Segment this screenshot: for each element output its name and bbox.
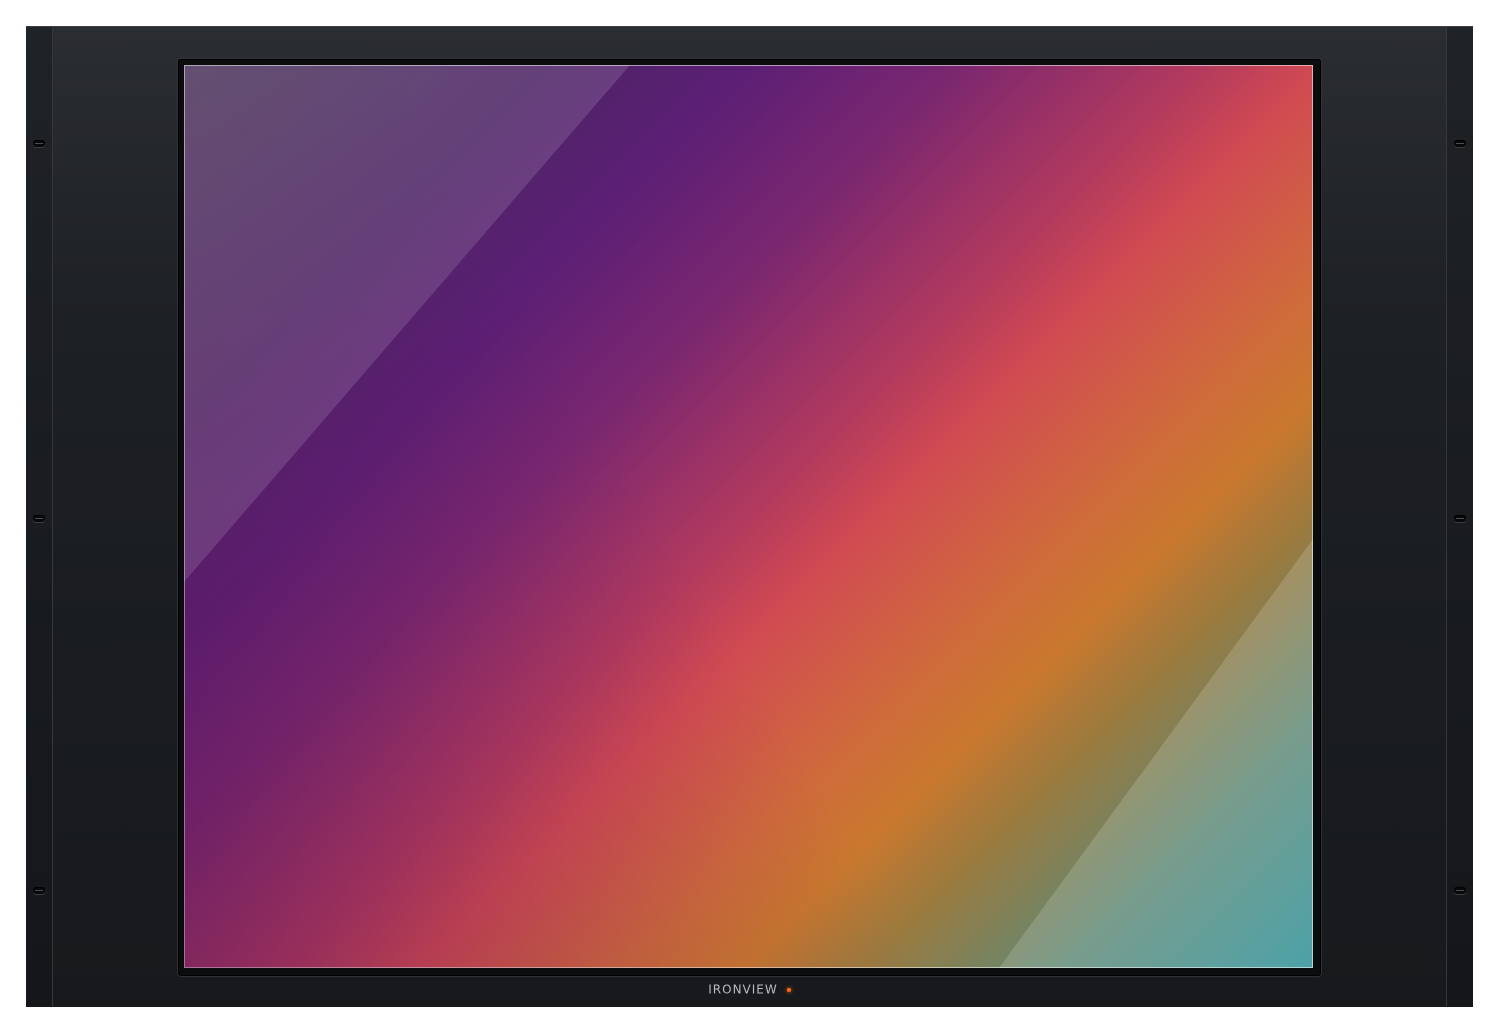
- rack-ear-right: [1446, 27, 1473, 1007]
- rack-slot-icon: [1454, 887, 1466, 894]
- rack-slot-icon: [33, 515, 45, 522]
- brand-label: IRONVIEW: [26, 982, 1473, 998]
- rack-slot-icon: [1454, 515, 1466, 522]
- monitor-bezel: [178, 59, 1321, 976]
- rack-slot-icon: [1454, 140, 1466, 147]
- display-screen[interactable]: [184, 65, 1313, 968]
- rack-monitor-unit: IRONVIEW: [26, 26, 1473, 1007]
- rack-ear-left: [26, 27, 53, 1007]
- power-led-icon: [786, 987, 791, 992]
- brand-name: IRONVIEW: [708, 982, 778, 997]
- rack-slot-icon: [33, 887, 45, 894]
- rack-slot-icon: [33, 140, 45, 147]
